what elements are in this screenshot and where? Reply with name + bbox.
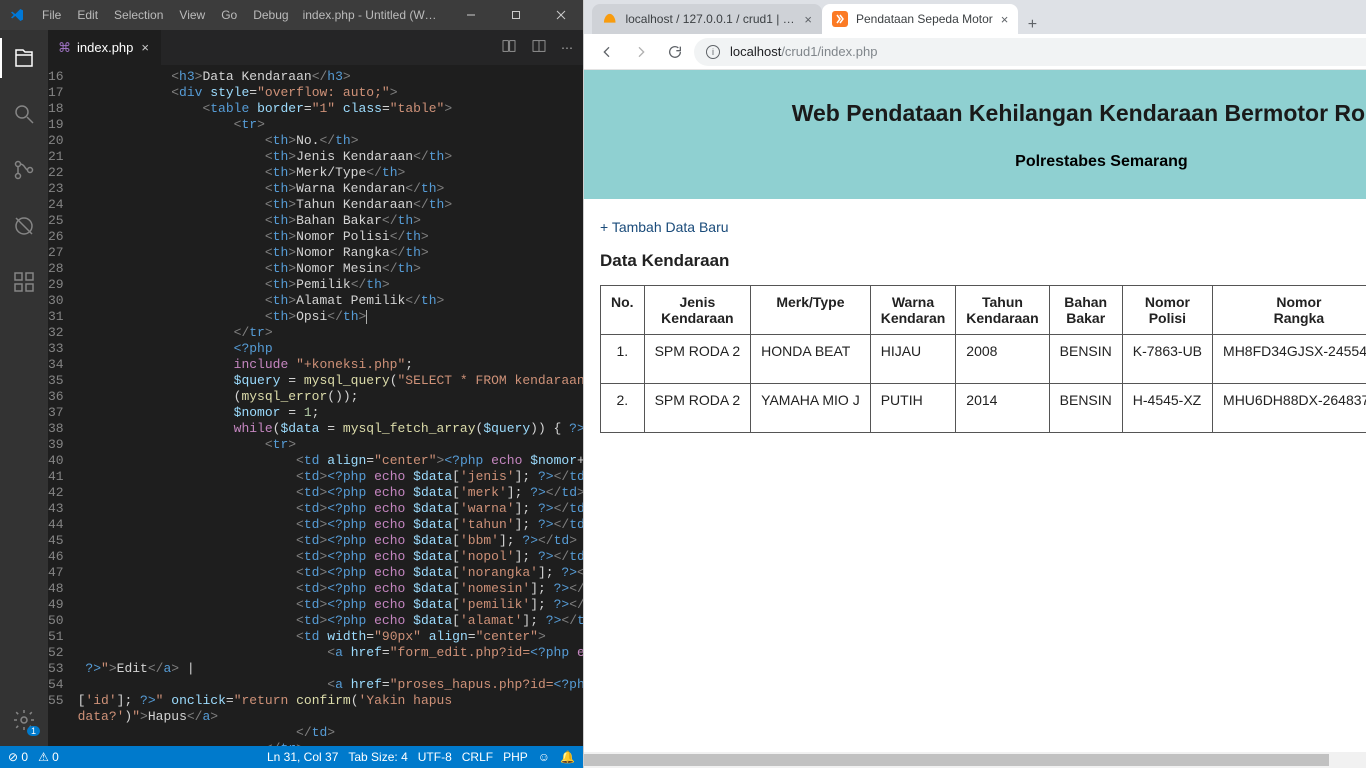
chrome-toolbar: i localhost/crud1/index.php [584,34,1366,70]
table-cell: K-7863-UB [1122,335,1212,384]
status-warnings[interactable]: ⚠ 0 [38,750,59,764]
menu-selection[interactable]: Selection [106,8,171,22]
debug-icon[interactable] [0,206,48,246]
reload-button[interactable] [660,38,690,66]
table-cell: 2. [601,384,645,433]
open-changes-icon[interactable] [501,38,517,57]
editor-tab-index-php[interactable]: ⌘ index.php × [48,30,161,65]
chrome-tab-label: Pendataan Sepeda Motor [856,12,993,26]
activity-bar: 1 [0,30,48,746]
url-text: localhost/crud1/index.php [730,44,877,59]
table-header: BahanBakar [1049,286,1122,335]
forward-button[interactable] [626,38,656,66]
chrome-tab-0[interactable]: localhost / 127.0.0.1 / crud1 | php × [592,4,822,34]
status-language[interactable]: PHP [503,750,528,764]
settings-gear-icon[interactable]: 1 [0,700,48,740]
split-editor-icon[interactable] [531,38,547,57]
section-title: Data Kendaraan [600,251,1366,271]
php-file-icon: ⌘ [58,40,71,56]
page-title: Web Pendataan Kehilangan Kendaraan Bermo… [594,100,1366,127]
table-row: 1.SPM RODA 2HONDA BEATHIJAU2008BENSINK-7… [601,335,1366,384]
table-cell: SPM RODA 2 [644,335,751,384]
table-cell: 2008 [956,335,1049,384]
table-header: NomorPolisi [1122,286,1212,335]
menu-edit[interactable]: Edit [69,8,106,22]
status-bell-icon[interactable]: 🔔 [560,750,575,764]
search-icon[interactable] [0,94,48,134]
status-eol[interactable]: CRLF [462,750,493,764]
table-cell: 2014 [956,384,1049,433]
scroll-thumb[interactable] [584,754,1329,766]
maximize-button[interactable] [493,0,538,30]
address-bar[interactable]: i localhost/crud1/index.php [694,38,1366,66]
status-feedback-icon[interactable]: ☺ [538,750,550,764]
table-cell: H-4545-XZ [1122,384,1212,433]
vscode-logo-icon [0,7,34,23]
chrome-titlebar: localhost / 127.0.0.1 / crud1 | php×Pend… [584,0,1366,34]
close-button[interactable] [538,0,583,30]
vscode-window-title: index.php - Untitled (Workspace) - Visua… [297,8,448,22]
table-cell: SPM RODA 2 [644,384,751,433]
chrome-tab-1[interactable]: Pendataan Sepeda Motor × [822,4,1018,34]
editor-area: ⌘ index.php × ⋯ 161718192021222324252627… [48,30,583,746]
status-cursor[interactable]: Ln 31, Col 37 [267,750,338,764]
close-tab-icon[interactable]: × [139,40,151,55]
chrome-tab-strip: localhost / 127.0.0.1 / crud1 | php×Pend… [584,0,1018,34]
status-errors[interactable]: ⊘ 0 [8,750,28,764]
table-cell: PUTIH [870,384,956,433]
vscode-menu: FileEditSelectionViewGoDebug [34,8,297,22]
code-editor[interactable]: 1617181920212223242526272829303132333435… [48,65,583,746]
table-header: Merk/Type [751,286,871,335]
chrome-tab-label: localhost / 127.0.0.1 / crud1 | php [625,12,796,26]
table-cell: HIJAU [870,335,956,384]
editor-tab-label: index.php [77,40,133,55]
phpmyadmin-favicon [602,11,617,27]
add-data-link[interactable]: + Tambah Data Baru [600,219,729,235]
page-subtitle: Polrestabes Semarang [594,153,1366,171]
vscode-titlebar: FileEditSelectionViewGoDebug index.php -… [0,0,583,30]
status-encoding[interactable]: UTF-8 [418,750,452,764]
menu-go[interactable]: Go [213,8,245,22]
chrome-window: localhost / 127.0.0.1 / crud1 | php×Pend… [583,0,1366,768]
vehicle-table-wrapper[interactable]: No.JenisKendaraanMerk/TypeWarnaKendaranT… [600,285,1366,433]
extensions-icon[interactable] [0,262,48,302]
status-tabsize[interactable]: Tab Size: 4 [348,750,407,764]
horizontal-scrollbar[interactable]: ◄ ► [584,752,1366,768]
table-cell: MHU6DH88DX-264837 [1213,384,1366,433]
table-cell: MH8FD34GJSX-245548 [1213,335,1366,384]
vehicle-table: No.JenisKendaraanMerk/TypeWarnaKendaranT… [600,285,1366,433]
status-bar: ⊘ 0 ⚠ 0 Ln 31, Col 37 Tab Size: 4 UTF-8 … [0,746,583,768]
table-row: 2.SPM RODA 2YAMAHA MIO JPUTIH2014BENSINH… [601,384,1366,433]
table-header: NomorRangka [1213,286,1366,335]
page-viewport: Web Pendataan Kehilangan Kendaraan Bermo… [584,70,1366,768]
more-actions-icon[interactable]: ⋯ [561,41,573,55]
menu-file[interactable]: File [34,8,69,22]
editor-tab-bar: ⌘ index.php × ⋯ [48,30,583,65]
close-tab-icon[interactable]: × [1001,12,1009,27]
table-header: TahunKendaraan [956,286,1049,335]
site-info-icon[interactable]: i [706,45,720,59]
table-header: WarnaKendaran [870,286,956,335]
table-header: JenisKendaraan [644,286,751,335]
settings-badge: 1 [27,726,40,736]
explorer-icon[interactable] [0,38,48,78]
menu-debug[interactable]: Debug [245,8,296,22]
new-tab-button[interactable]: + [1018,16,1046,34]
table-cell: YAMAHA MIO J [751,384,871,433]
source-control-icon[interactable] [0,150,48,190]
minimize-button[interactable] [448,0,493,30]
table-cell: HONDA BEAT [751,335,871,384]
table-cell: BENSIN [1049,384,1122,433]
table-cell: 1. [601,335,645,384]
back-button[interactable] [592,38,622,66]
vscode-window: FileEditSelectionViewGoDebug index.php -… [0,0,583,768]
table-cell: BENSIN [1049,335,1122,384]
xampp-favicon [832,11,848,27]
page-banner: Web Pendataan Kehilangan Kendaraan Bermo… [584,70,1366,199]
menu-view[interactable]: View [171,8,213,22]
close-tab-icon[interactable]: × [804,12,812,27]
table-header: No. [601,286,645,335]
